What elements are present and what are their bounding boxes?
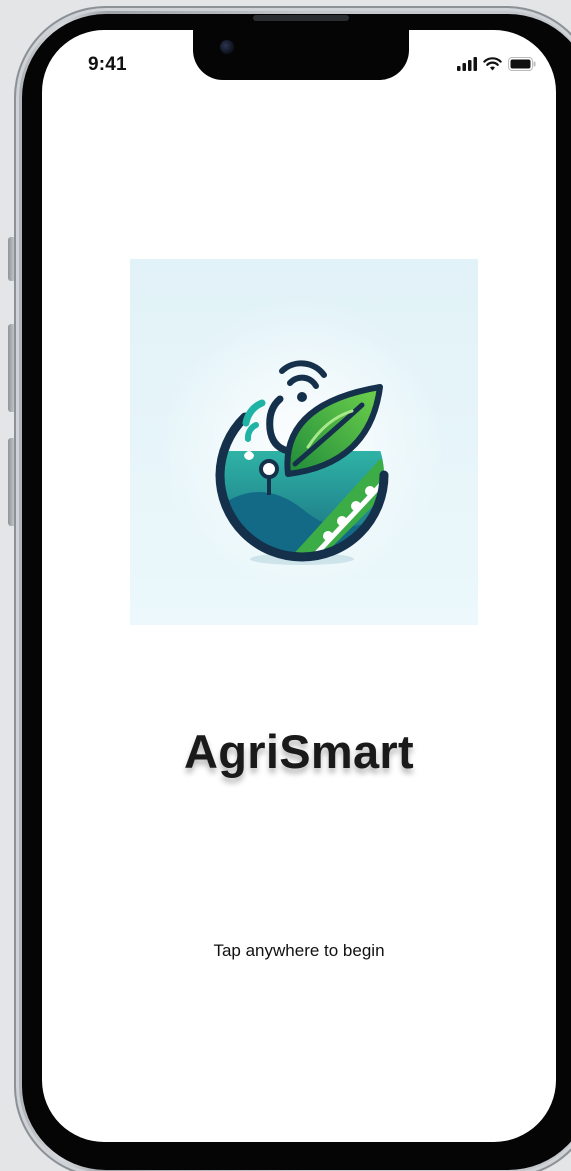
app-logo [130, 259, 478, 625]
cellular-signal-icon [457, 57, 477, 71]
wifi-icon [483, 57, 502, 71]
device-mockup: 9:41 AgriSmart Tap anywhere to begin [0, 0, 571, 1171]
status-time: 9:41 [88, 54, 127, 75]
front-camera-icon [220, 40, 234, 54]
splash-screen[interactable]: 9:41 AgriSmart Tap anywhere to begin [42, 30, 556, 1142]
battery-icon [508, 57, 536, 71]
notch [193, 30, 409, 80]
status-icons [457, 57, 536, 71]
tap-to-begin-hint: Tap anywhere to begin [213, 941, 385, 960]
agrismart-logo-icon [152, 299, 452, 599]
speaker-grille [253, 15, 349, 21]
app-title: AgriSmart [184, 725, 414, 778]
